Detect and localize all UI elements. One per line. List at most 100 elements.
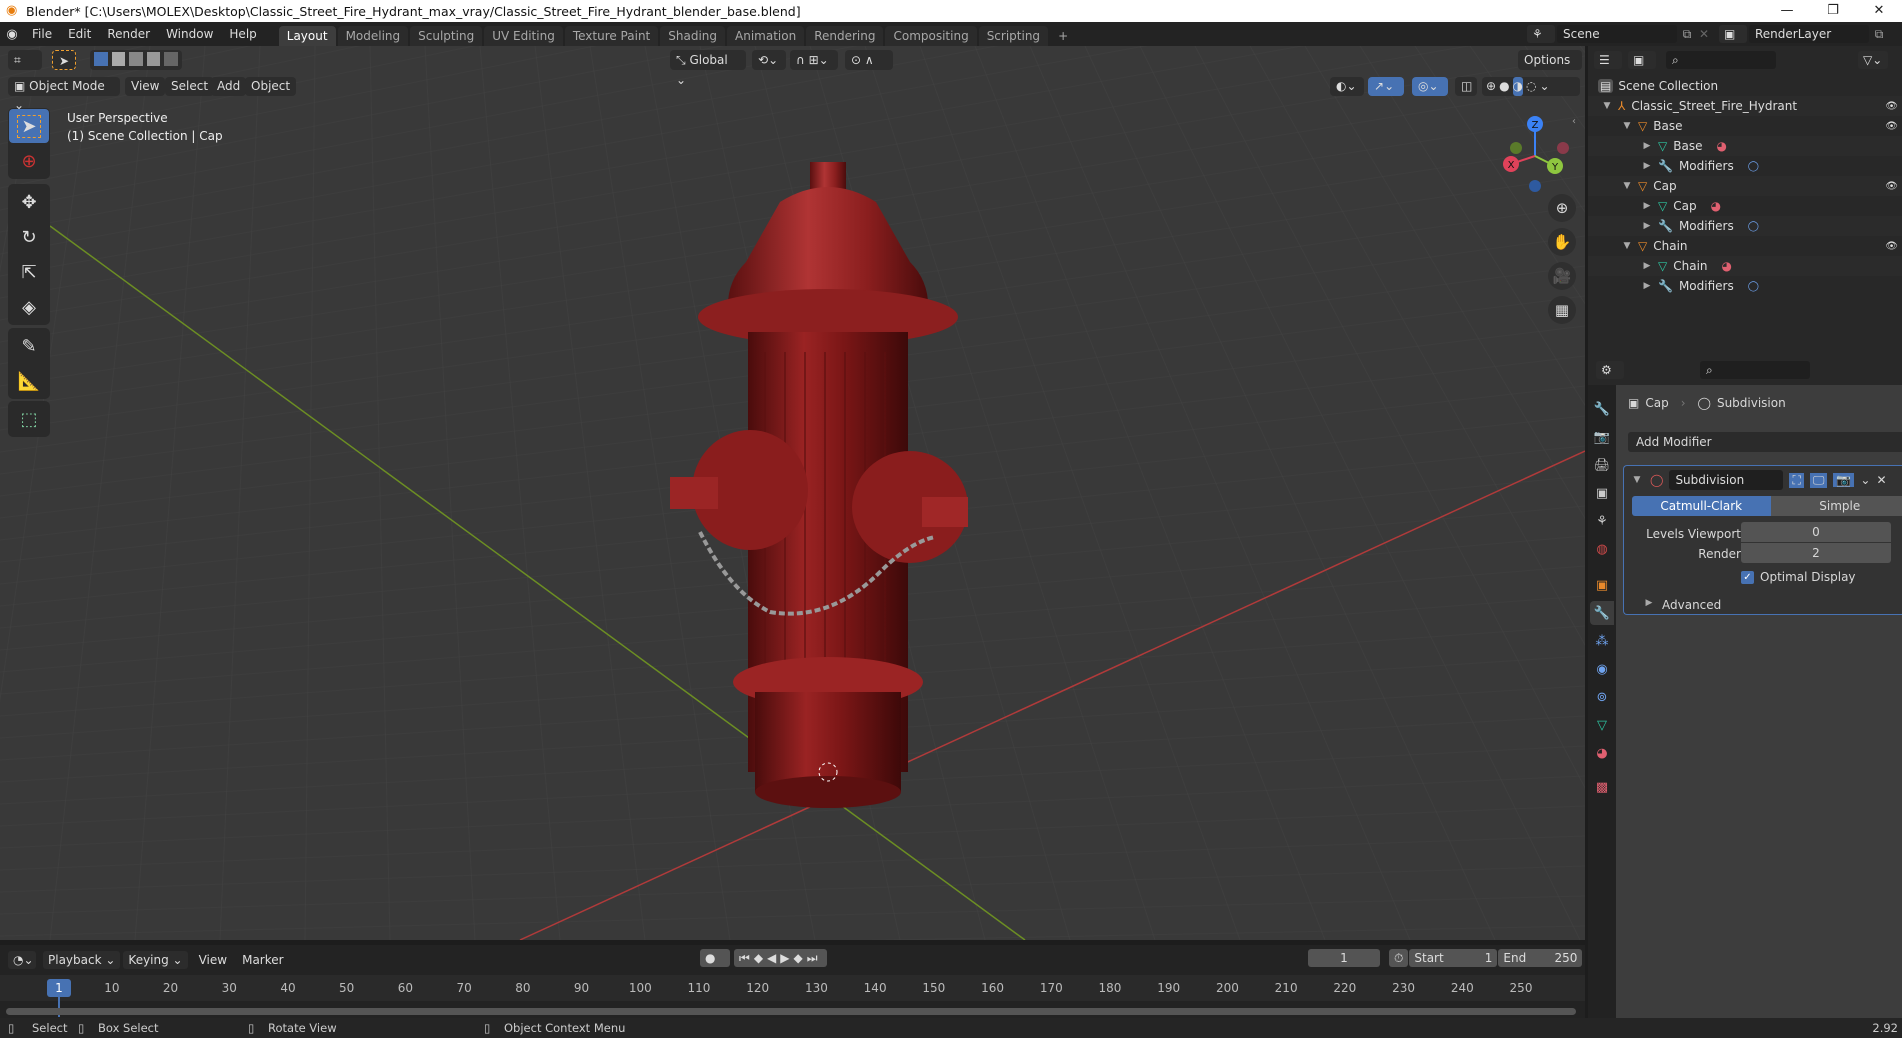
zoom-view-button[interactable]: ⊕: [1548, 194, 1576, 222]
output-tab-icon[interactable]: 🖨: [1590, 453, 1614, 477]
menu-edit[interactable]: Edit: [60, 22, 99, 46]
tab-uv-editing[interactable]: UV Editing: [484, 26, 563, 46]
outliner-item[interactable]: ▼ ⅄ Classic_Street_Fire_Hydrant 👁: [1588, 96, 1902, 116]
edit-mode-toggle-icon[interactable]: ⛶: [1789, 472, 1804, 488]
visibility-eye-icon[interactable]: 👁: [1885, 241, 1898, 252]
menu-view[interactable]: View: [125, 77, 166, 96]
rotate-tool[interactable]: ↻: [9, 220, 49, 254]
modifier-name-field[interactable]: Subdivision: [1669, 470, 1784, 490]
visibility-eye-icon[interactable]: 👁: [1885, 121, 1898, 132]
tool-tab-icon[interactable]: 🔧: [1590, 397, 1614, 421]
menu-add[interactable]: Add: [211, 77, 247, 96]
annotate-tool[interactable]: ✎: [9, 329, 49, 363]
snap-dropdown[interactable]: ∩ ⊞⌄: [790, 50, 838, 70]
move-tool[interactable]: ✥: [9, 185, 49, 219]
gizmo-neg-x[interactable]: [1557, 142, 1569, 154]
scene-tab-icon[interactable]: ⚘: [1590, 509, 1614, 533]
delete-scene-icon[interactable]: ✕: [1697, 27, 1711, 41]
scale-tool[interactable]: ⇱: [9, 255, 49, 289]
render-tab-icon[interactable]: 📷: [1590, 425, 1614, 449]
expand-toggle[interactable]: ▶: [1640, 281, 1654, 291]
prev-keyframe-icon[interactable]: ◆: [754, 951, 767, 965]
catmull-clark-option[interactable]: Catmull-Clark: [1632, 496, 1771, 516]
tweak-tool-button[interactable]: ➤: [52, 50, 76, 70]
fire-hydrant-model[interactable]: [660, 112, 990, 832]
subdivision-modifier-icon[interactable]: ◯: [1748, 161, 1759, 172]
expand-toggle[interactable]: ▶: [1640, 261, 1654, 271]
new-scene-icon[interactable]: ⧉: [1679, 27, 1695, 42]
physics-tab-icon[interactable]: ◉: [1590, 657, 1614, 681]
tab-rendering[interactable]: Rendering: [806, 26, 884, 46]
solid-shading-icon[interactable]: ●: [1499, 77, 1509, 96]
navigation-gizmo[interactable]: Z X Y: [1495, 112, 1575, 192]
visibility-eye-icon[interactable]: 👁: [1885, 181, 1898, 192]
view-layer-tab-icon[interactable]: ▣: [1590, 481, 1614, 505]
3d-viewport[interactable]: User Perspective (1) Scene Collection | …: [0, 46, 1585, 940]
outliner-filter-view-icon[interactable]: ▣: [1628, 51, 1656, 69]
outliner-item[interactable]: ▼ ▽ Chain 👁: [1588, 236, 1902, 256]
select-new-icon[interactable]: [94, 52, 108, 66]
visibility-eye-icon[interactable]: 👁: [1885, 101, 1898, 112]
menu-timeline-view[interactable]: View: [191, 948, 235, 972]
end-frame-field[interactable]: End 250: [1498, 949, 1583, 967]
options-dropdown[interactable]: Options ⌄: [1518, 50, 1582, 87]
stopwatch-icon[interactable]: ⏱: [1389, 949, 1409, 967]
gizmo-neg-y[interactable]: [1510, 142, 1522, 154]
outliner-search-input[interactable]: ⌕: [1666, 51, 1776, 69]
tab-sculpting[interactable]: Sculpting: [410, 26, 483, 46]
outliner-item[interactable]: ▶ 🔧 Modifiers ◯: [1588, 276, 1902, 296]
menu-marker[interactable]: Marker: [238, 948, 287, 972]
cursor-tool[interactable]: ⊕: [9, 144, 49, 178]
menu-playback[interactable]: Playback ⌄: [43, 951, 121, 969]
material-preview-icon[interactable]: ◑: [1512, 77, 1524, 96]
play-icon[interactable]: ▶: [780, 951, 793, 965]
jump-start-icon[interactable]: ⏮: [739, 951, 754, 965]
outliner-display-mode-icon[interactable]: ☰: [1594, 51, 1622, 69]
render-toggle-icon[interactable]: 📷: [1833, 473, 1855, 487]
measure-tool[interactable]: 📐: [9, 364, 49, 398]
subdivision-modifier-icon[interactable]: ◯: [1748, 221, 1759, 232]
world-tab-icon[interactable]: ◍: [1590, 537, 1614, 561]
transform-orientation-dropdown[interactable]: ⤡ Global ⌄: [670, 50, 746, 87]
simple-option[interactable]: Simple: [1770, 496, 1902, 516]
wireframe-shading-icon[interactable]: ⊕: [1486, 77, 1496, 96]
blender-menu-icon[interactable]: ◉: [0, 27, 24, 42]
expand-toggle[interactable]: ▼: [1600, 101, 1614, 111]
timeline-editor-type-icon[interactable]: ◔⌄: [8, 951, 36, 969]
expand-toggle[interactable]: ▶: [1640, 201, 1654, 211]
menu-object[interactable]: Object: [245, 77, 297, 96]
start-frame-field[interactable]: Start 1: [1409, 949, 1498, 967]
select-subtract-icon[interactable]: [129, 52, 143, 66]
collapse-modifier-toggle[interactable]: ▼: [1630, 475, 1644, 485]
render-levels-field[interactable]: 2: [1741, 543, 1891, 563]
render-layer-field[interactable]: RenderLayer: [1749, 25, 1869, 43]
expand-toggle[interactable]: ▼: [1620, 121, 1634, 131]
advanced-subpanel-toggle[interactable]: ▶ Advanced: [1642, 598, 1722, 612]
outliner-item[interactable]: ▶ 🔧 Modifiers ◯: [1588, 216, 1902, 236]
properties-editor-type-icon[interactable]: ⚙: [1596, 361, 1624, 379]
scene-selector-icon[interactable]: ⚘: [1527, 25, 1555, 43]
add-workspace-button[interactable]: +: [1050, 26, 1076, 46]
menu-keying[interactable]: Keying ⌄: [123, 951, 188, 969]
material-tab-icon[interactable]: ◕: [1590, 741, 1614, 765]
constraints-tab-icon[interactable]: ⊚: [1590, 685, 1614, 709]
modifier-menu-icon[interactable]: ⌄: [1860, 473, 1870, 487]
xray-toggle[interactable]: ◫: [1455, 77, 1477, 96]
expand-toggle[interactable]: ▶: [1640, 141, 1654, 151]
tab-animation[interactable]: Animation: [727, 26, 805, 46]
current-frame-field[interactable]: 1: [1308, 949, 1380, 967]
optimal-display-checkbox[interactable]: ✓: [1741, 570, 1754, 584]
pan-view-button[interactable]: ✋: [1548, 228, 1576, 256]
tab-compositing[interactable]: Compositing: [885, 26, 977, 46]
outliner-item[interactable]: ▼ ▽ Base 👁: [1588, 116, 1902, 136]
texture-tab-icon[interactable]: ▩: [1590, 775, 1614, 799]
particles-tab-icon[interactable]: ⁂: [1590, 629, 1614, 653]
object-visibility-dropdown[interactable]: ◐⌄: [1330, 77, 1364, 96]
menu-help[interactable]: Help: [221, 22, 264, 46]
expand-toggle[interactable]: ▼: [1620, 241, 1634, 251]
sidebar-toggle-icon[interactable]: ‹: [1572, 116, 1576, 127]
data-tab-icon[interactable]: ▽: [1590, 713, 1614, 737]
rendered-shading-icon[interactable]: ◌: [1526, 77, 1536, 96]
add-cube-tool[interactable]: ⬚: [9, 402, 49, 436]
next-keyframe-icon[interactable]: ◆: [794, 951, 807, 965]
